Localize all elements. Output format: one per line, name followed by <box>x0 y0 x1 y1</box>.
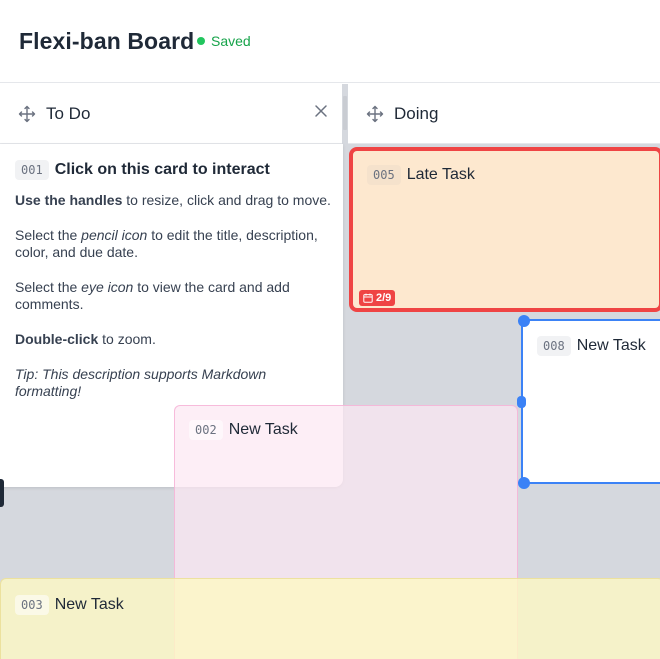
column-title: To Do <box>46 103 91 123</box>
board-title[interactable]: Flexi-ban Board <box>19 28 194 55</box>
close-icon[interactable] <box>314 104 328 118</box>
desc-paragraph: Select the pencil icon to edit the title… <box>15 227 335 261</box>
column-title: Doing <box>394 103 439 123</box>
desc-paragraph: Double-click to zoom. <box>15 331 335 348</box>
board-edge-handle[interactable] <box>0 479 4 507</box>
desc-text: to resize, click and drag to move. <box>122 192 331 208</box>
board-canvas[interactable]: To Do Doing 001 Click on this card to in… <box>0 84 660 659</box>
app-header: Flexi-ban Board Saved <box>0 0 660 83</box>
save-status-label: Saved <box>211 33 251 49</box>
column-resize-handle[interactable] <box>343 96 347 130</box>
card-id-badge: 001 <box>15 160 49 180</box>
card-title: Click on this card to interact <box>54 161 270 178</box>
status-dot-icon <box>197 37 205 45</box>
due-date-label: 2/9 <box>376 292 392 304</box>
desc-tip: Tip: This description supports Markdown … <box>15 366 267 399</box>
task-card-008[interactable]: 008 New Task <box>521 319 660 484</box>
desc-bold: Double-click <box>15 331 99 347</box>
card-description: Use the handles to resize, click and dra… <box>15 192 335 418</box>
move-icon[interactable] <box>366 105 384 123</box>
desc-text: to zoom. <box>98 331 156 347</box>
card-title: New Task <box>228 421 298 438</box>
task-card-005[interactable]: 005 Late Task 2/9 <box>349 147 660 312</box>
resize-handle-top-left[interactable] <box>518 315 530 327</box>
card-header: 002 New Task <box>189 420 298 440</box>
save-status: Saved <box>197 33 251 49</box>
card-id-badge: 005 <box>367 165 401 185</box>
card-header: 003 New Task <box>15 595 124 615</box>
resize-handle-left[interactable] <box>517 396 526 408</box>
desc-text: Select the <box>15 279 82 295</box>
card-header: 005 Late Task <box>367 165 475 185</box>
desc-paragraph: Select the eye icon to view the card and… <box>15 279 335 313</box>
card-title: Late Task <box>406 166 475 183</box>
desc-paragraph: Use the handles to resize, click and dra… <box>15 192 335 209</box>
column-header-todo[interactable]: To Do <box>0 84 342 144</box>
card-header: 008 New Task <box>537 336 646 356</box>
card-title: New Task <box>576 337 646 354</box>
due-date-badge: 2/9 <box>359 290 396 306</box>
card-header: 001 Click on this card to interact <box>15 160 270 180</box>
card-id-badge: 003 <box>15 595 49 615</box>
task-card-003[interactable]: 003 New Task <box>0 578 660 659</box>
column-header-doing[interactable]: Doing <box>348 84 660 144</box>
desc-text: Select the <box>15 227 82 243</box>
calendar-icon <box>363 293 373 303</box>
desc-bold: Use the handles <box>15 192 123 208</box>
card-title: New Task <box>54 596 124 613</box>
desc-italic: pencil icon <box>81 227 148 243</box>
move-icon[interactable] <box>18 105 36 123</box>
card-id-badge: 008 <box>537 336 571 356</box>
resize-handle-bottom-left[interactable] <box>518 477 530 489</box>
desc-italic: eye icon <box>81 279 134 295</box>
card-id-badge: 002 <box>189 420 223 440</box>
